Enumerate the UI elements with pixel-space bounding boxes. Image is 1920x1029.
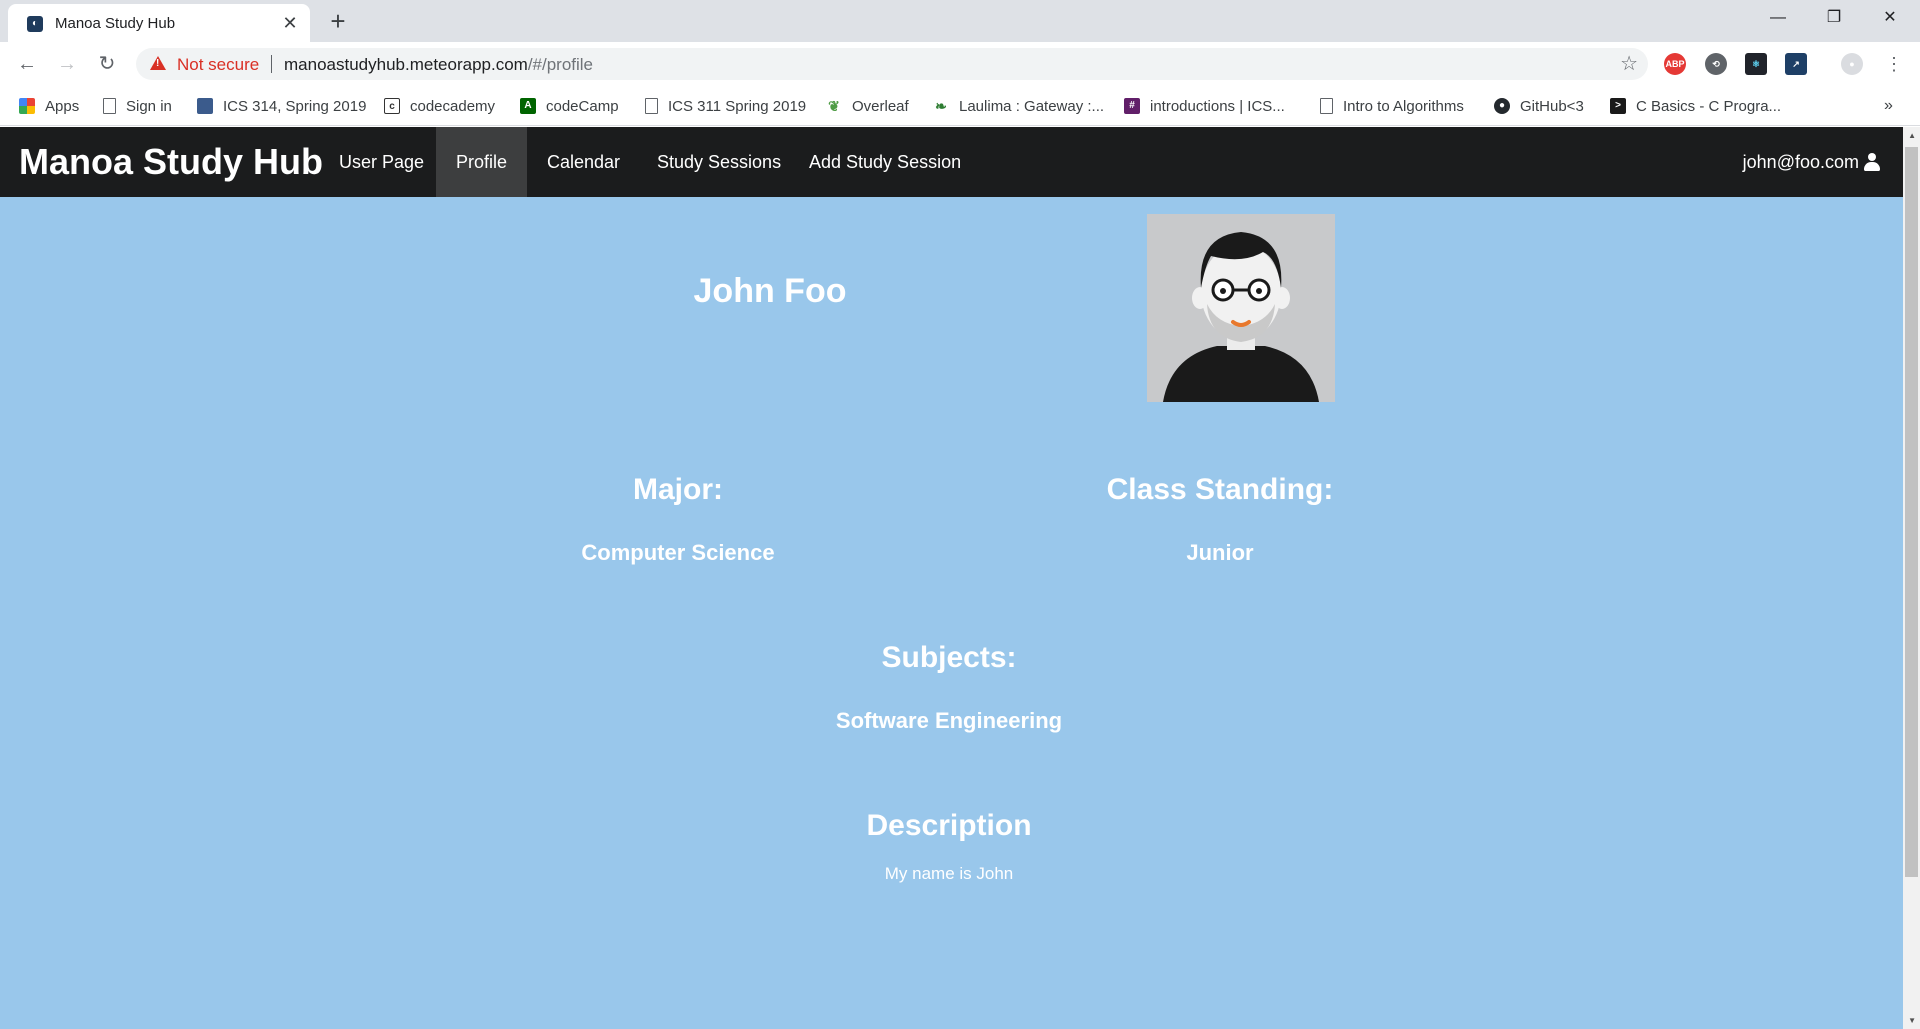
back-arrow-icon[interactable]: ← <box>13 50 41 78</box>
avatar-illustration <box>1147 214 1335 402</box>
url-path: /#/profile <box>527 55 594 74</box>
github-icon: ● <box>1494 98 1510 114</box>
subjects-heading: Subjects: <box>881 641 1017 674</box>
laulima-leaf-icon: ❧ <box>933 98 949 114</box>
codecademy-icon: c <box>384 98 400 114</box>
address-divider <box>271 55 272 73</box>
page-icon <box>1320 98 1333 114</box>
overleaf-icon: ❦ <box>826 98 842 114</box>
tab-strip: ◐ Manoa Study Hub ✕ + — ❐ ✕ <box>0 0 1920 42</box>
page-icon <box>645 98 658 114</box>
reload-icon[interactable]: ↻ <box>93 50 121 78</box>
tab-title: Manoa Study Hub <box>55 15 176 32</box>
description-text: My name is John <box>884 864 1014 883</box>
scroll-thumb[interactable] <box>1905 147 1918 877</box>
bookmark-overleaf[interactable]: ❦ Overleaf <box>826 95 909 117</box>
adblock-extension-icon[interactable]: ABP <box>1664 53 1686 75</box>
more-bookmarks-icon[interactable]: » <box>1884 95 1893 117</box>
bookmark-label: Sign in <box>126 97 172 115</box>
user-menu[interactable]: john@foo.com <box>1743 127 1881 197</box>
terminal-icon: > <box>1610 98 1626 114</box>
subjects-value: Software Engineering <box>835 708 1063 733</box>
close-tab-icon[interactable]: ✕ <box>280 13 300 33</box>
nav-calendar[interactable]: Calendar <box>527 127 640 197</box>
browser-tab[interactable]: ◐ Manoa Study Hub ✕ <box>8 4 310 42</box>
description-heading: Description <box>866 809 1032 842</box>
bookmark-codecademy[interactable]: c codecademy <box>384 95 495 117</box>
bookmark-c-basics[interactable]: > C Basics - C Progra... <box>1610 95 1781 117</box>
address-bar[interactable]: Not secure manoastudyhub.meteorapp.com/#… <box>136 48 1648 80</box>
scroll-down-arrow-icon[interactable]: ▼ <box>1908 1016 1916 1025</box>
bookmark-github[interactable]: ● GitHub<3 <box>1494 95 1584 117</box>
url-host: manoastudyhub.meteorapp.com <box>284 55 528 74</box>
site-favicon-icon: ◐ <box>27 16 43 32</box>
bookmark-label: ICS 311 Spring 2019 <box>668 97 807 115</box>
nav-user-page[interactable]: User Page <box>319 127 444 197</box>
bookmark-label: Apps <box>45 97 80 115</box>
bookmark-label: Intro to Algorithms <box>1343 97 1464 115</box>
sync-extension-icon[interactable]: ⟲ <box>1705 53 1727 75</box>
new-tab-button[interactable]: + <box>324 8 352 36</box>
user-email: john@foo.com <box>1742 152 1859 172</box>
bookmark-label: Overleaf <box>852 97 909 115</box>
profile-avatar <box>1147 214 1335 402</box>
warning-icon <box>150 56 166 70</box>
bookmark-ics314[interactable]: ICS 314, Spring 2019 <box>197 95 366 117</box>
apps-grid-icon <box>19 98 35 114</box>
major-heading: Major: <box>633 473 723 506</box>
scroll-up-arrow-icon[interactable]: ▲ <box>1908 131 1916 140</box>
url-text[interactable]: manoastudyhub.meteorapp.com/#/profile <box>284 55 593 75</box>
ics-icon <box>197 98 213 114</box>
page-content: Manoa Study Hub User Page Profile Calend… <box>0 127 1920 1029</box>
close-window-icon[interactable]: ✕ <box>1862 0 1918 36</box>
security-label[interactable]: Not secure <box>177 55 259 75</box>
bookmark-label: GitHub<3 <box>1520 97 1584 115</box>
bookmark-star-icon[interactable]: ☆ <box>1620 51 1638 76</box>
nav-add-study-session[interactable]: Add Study Session <box>789 127 981 197</box>
extension-icon[interactable]: ↗ <box>1785 53 1807 75</box>
nav-study-sessions[interactable]: Study Sessions <box>637 127 801 197</box>
page-icon <box>103 98 116 114</box>
bookmark-sign-in[interactable]: Sign in <box>103 95 172 117</box>
brand-logo[interactable]: Manoa Study Hub <box>19 141 323 183</box>
codecamp-icon: A <box>520 98 536 114</box>
class-standing-value: Junior <box>1186 540 1254 565</box>
menu-kebab-icon[interactable]: ⋮ <box>1880 50 1908 78</box>
user-icon <box>1863 153 1881 171</box>
bookmark-apps[interactable]: Apps <box>19 95 79 117</box>
bookmark-label: C Basics - C Progra... <box>1636 97 1782 115</box>
bookmark-codecamp[interactable]: A codeCamp <box>520 95 619 117</box>
minimize-window-icon[interactable]: — <box>1750 0 1806 36</box>
bookmark-label: codeCamp <box>546 97 619 115</box>
bookmark-laulima[interactable]: ❧ Laulima : Gateway :... <box>933 95 1104 117</box>
slack-icon: # <box>1124 98 1140 114</box>
forward-arrow-icon[interactable]: → <box>53 50 81 78</box>
bookmark-algorithms[interactable]: Intro to Algorithms <box>1320 95 1464 117</box>
browser-toolbar: ← → ↻ Not secure manoastudyhub.meteorapp… <box>0 42 1920 86</box>
react-devtools-icon[interactable]: ⚛ <box>1745 53 1767 75</box>
bookmark-label: introductions | ICS... <box>1150 97 1285 115</box>
restore-window-icon[interactable]: ❐ <box>1806 0 1862 36</box>
profile-name: John Foo <box>693 272 847 310</box>
nav-profile[interactable]: Profile <box>436 127 528 197</box>
major-value: Computer Science <box>581 540 775 565</box>
bookmarks-bar: Apps Sign in ICS 314, Spring 2019 c code… <box>0 86 1920 126</box>
bookmark-introductions[interactable]: # introductions | ICS... <box>1124 95 1285 117</box>
page-scrollbar[interactable]: ▲ ▼ <box>1903 127 1920 1029</box>
bookmark-label: Laulima : Gateway :... <box>959 97 1105 115</box>
bookmark-label: ICS 314, Spring 2019 <box>223 97 367 115</box>
top-navbar: Manoa Study Hub User Page Profile Calend… <box>0 127 1903 197</box>
profile-avatar-icon[interactable]: ● <box>1841 53 1863 75</box>
bookmark-ics311[interactable]: ICS 311 Spring 2019 <box>645 95 806 117</box>
bookmark-label: codecademy <box>410 97 496 115</box>
class-standing-heading: Class Standing: <box>1106 473 1334 506</box>
